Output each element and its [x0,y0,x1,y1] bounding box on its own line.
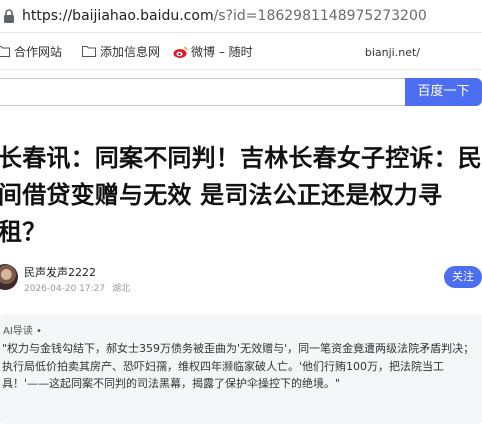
bookmark-label: 添加信息网 [100,45,161,59]
url-text[interactable]: https://baijiahao.baidu.com/s?id=1862981… [22,7,427,25]
url-host: https://baijiahao.baidu.com [22,8,214,24]
ai-summary-text: "权力与金钱勾结下，郝女士359万债务被歪曲为'无效赠与'，同一笔资金竟遭两级法… [2,342,475,390]
search-row: 百度一下 [0,78,482,108]
search-button[interactable]: 百度一下 [405,78,482,106]
folder-icon [82,46,96,57]
ai-summary-label: AI导读 • [3,326,42,337]
article-title: 长春讯：同案不同判！吉林长春女子控诉：民间借贷变赠与无效 是司法公正还是权力寻租… [0,144,482,246]
ai-summary-box: AI导读 • "权力与金钱勾结下，郝女士359万债务被歪曲为'无效赠与'，同一笔… [0,314,482,424]
author-name[interactable]: 民声发声2222 [24,264,96,280]
folder-icon [0,46,10,57]
avatar[interactable] [0,264,18,290]
address-bar[interactable]: https://baijiahao.baidu.com/s?id=1862981… [0,0,482,33]
weibo-icon [173,46,188,58]
url-path: /s?id=1862981148975273200 [213,8,427,24]
publish-date: 2026-04-20 17:27 [24,284,106,294]
article-meta: 2026-04-20 17:27 湖北 [24,281,134,294]
author-row: 民声发声2222 2026-04-20 17:27 湖北 关注 [0,262,482,296]
bookmark-bianji[interactable]: bianji.net/ [365,46,420,59]
lock-icon[interactable] [2,8,16,24]
publish-location: 湖北 [111,284,130,294]
search-input[interactable] [0,78,405,106]
bookmark-label: 合作网站 [14,45,63,59]
bookmarks-bar: 合作网站 添加信息网 微博 – 随时 bianji.net/ [0,33,482,70]
follow-button[interactable]: 关注 [444,266,482,288]
bookmark-label: 微博 – 随时 [191,45,253,59]
